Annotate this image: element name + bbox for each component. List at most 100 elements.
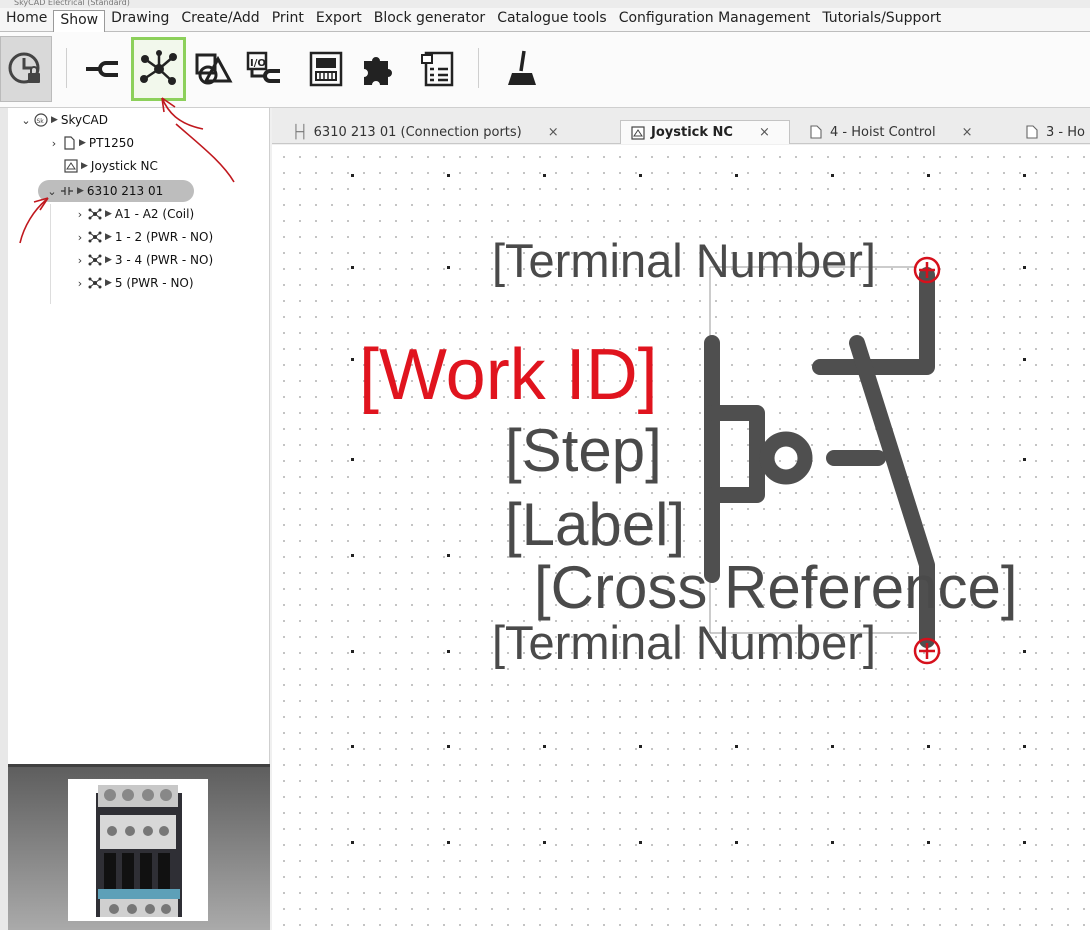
- io-icon: I/O: [246, 51, 280, 83]
- chevron-right-icon[interactable]: ›: [74, 208, 86, 221]
- tree-item-label: 3 - 4 (PWR - NO): [114, 253, 214, 267]
- tree-item-a1-a2-coil[interactable]: › ▶ A1 - A2 (Coil): [74, 204, 194, 224]
- contact-symbol-icon: ├┤: [292, 124, 308, 140]
- connector-button[interactable]: [76, 38, 128, 100]
- menu-home[interactable]: Home: [0, 9, 53, 31]
- chevron-right-icon[interactable]: ›: [74, 231, 86, 244]
- window-title: SkyCAD Electrical (Standard): [0, 0, 1090, 8]
- tree-item-label: Joystick NC: [90, 159, 158, 173]
- component-preview-panel: [8, 764, 270, 930]
- triangle-right-icon: ▶: [51, 115, 58, 125]
- tree-item-label: 6310 213 01: [86, 184, 164, 198]
- broom-button[interactable]: [496, 38, 548, 100]
- io-button[interactable]: I/O: [238, 38, 290, 100]
- broom-icon: [508, 50, 536, 85]
- menu-tutorials-support[interactable]: Tutorials/Support: [816, 9, 947, 31]
- clock-lock-icon: [8, 52, 40, 84]
- network-nodes-icon: [88, 231, 102, 243]
- close-icon[interactable]: ×: [759, 125, 770, 140]
- puzzle-button[interactable]: [352, 38, 404, 100]
- document-icon: [1026, 125, 1038, 139]
- tree-item-label: 5 (PWR - NO): [114, 276, 194, 290]
- tree-item-label: PT1250: [88, 136, 135, 150]
- project-tree: ⌄ Sk ▶ SkyCAD › ▶ PT1250 ▶ Joystick NC ⌄…: [8, 108, 270, 764]
- triangle-right-icon: ▶: [81, 161, 88, 171]
- contact-symbol-icon: [61, 187, 73, 195]
- menu-bar: Home Show Drawing Create/Add Print Expor…: [0, 8, 1090, 32]
- tree-item-5-pwr-no[interactable]: › ▶ 5 (PWR - NO): [74, 273, 194, 293]
- network-nodes-icon: [88, 254, 102, 266]
- close-icon[interactable]: ×: [548, 125, 559, 140]
- menu-create-add[interactable]: Create/Add: [175, 9, 265, 31]
- tab-label: 3 - Ho: [1046, 124, 1085, 140]
- menu-drawing[interactable]: Drawing: [105, 9, 175, 31]
- terminal-block-button[interactable]: [300, 38, 352, 100]
- chevron-right-icon[interactable]: ›: [48, 137, 60, 150]
- document-icon: [64, 136, 75, 150]
- tree-root[interactable]: ⌄ Sk ▶ SkyCAD: [20, 110, 108, 130]
- shapes-button[interactable]: [188, 38, 240, 100]
- close-icon[interactable]: ×: [962, 125, 973, 140]
- ribbon-separator: [478, 48, 479, 88]
- tab-joystick-nc[interactable]: Joystick NC ×: [620, 120, 790, 144]
- left-dock-strip[interactable]: [0, 108, 8, 930]
- menu-show[interactable]: Show: [53, 10, 106, 32]
- tab-label: Joystick NC: [651, 125, 733, 140]
- symbol-label-terminal-number-top[interactable]: [Terminal Number]: [492, 237, 876, 284]
- tab-4-hoist-control[interactable]: 4 - Hoist Control ×: [800, 120, 1000, 144]
- symbol-label-label[interactable]: [Label]: [505, 495, 685, 555]
- symbol-label-terminal-number-bottom[interactable]: [Terminal Number]: [492, 619, 876, 666]
- menu-catalogue-tools[interactable]: Catalogue tools: [491, 9, 613, 31]
- tree-item-3-4-pwr-no[interactable]: › ▶ 3 - 4 (PWR - NO): [74, 250, 213, 270]
- triangle-right-icon: ▶: [105, 255, 112, 265]
- network-nodes-button[interactable]: [131, 37, 186, 101]
- triangle-right-icon: ▶: [105, 232, 112, 242]
- network-nodes-icon: [88, 208, 102, 220]
- chevron-down-icon[interactable]: ⌄: [46, 185, 58, 198]
- menu-export[interactable]: Export: [310, 9, 368, 31]
- tree-item-1-2-pwr-no[interactable]: › ▶ 1 - 2 (PWR - NO): [74, 227, 213, 247]
- tree-item-pt1250[interactable]: › ▶ PT1250: [48, 133, 134, 153]
- connector-icon: [86, 61, 118, 77]
- triangle-right-icon: ▶: [105, 209, 112, 219]
- tree-guide-line: [50, 204, 51, 304]
- network-nodes-icon: [88, 277, 102, 289]
- network-nodes-icon: [139, 50, 177, 85]
- chevron-down-icon[interactable]: ⌄: [20, 114, 32, 127]
- tab-connection-ports[interactable]: ├┤ 6310 213 01 (Connection ports) ×: [282, 120, 604, 144]
- terminal-block-icon: [309, 51, 343, 87]
- clock-lock-button[interactable]: [0, 36, 52, 102]
- menu-configuration-management[interactable]: Configuration Management: [613, 9, 817, 31]
- tree-root-label: SkyCAD: [60, 113, 108, 127]
- symbol-label-cross-reference[interactable]: [Cross Reference]: [534, 558, 1018, 618]
- puzzle-icon: [364, 57, 392, 85]
- chevron-right-icon[interactable]: ›: [74, 277, 86, 290]
- tree-item-6310-213-01[interactable]: ⌄ ▶ 6310 213 01: [38, 180, 194, 202]
- document-icon: [810, 125, 822, 139]
- contactor-image: [68, 779, 208, 921]
- menu-block-generator[interactable]: Block generator: [368, 9, 491, 31]
- triangle-right-icon: ▶: [79, 138, 86, 148]
- ribbon-separator: [66, 48, 67, 88]
- menu-print[interactable]: Print: [266, 9, 310, 31]
- shapes-icon: [195, 53, 233, 85]
- symbol-label-work-id[interactable]: [Work ID]: [359, 339, 658, 411]
- tree-item-label: A1 - A2 (Coil): [114, 207, 195, 221]
- ribbon-toolbar: I/O: [0, 32, 1090, 108]
- drawing-canvas[interactable]: [Terminal Number] [Work ID] [Step] [Labe…: [272, 145, 1090, 930]
- tree-item-joystick-nc[interactable]: ▶ Joystick NC: [62, 156, 158, 176]
- list-icon: [421, 51, 454, 87]
- tab-3-hoist[interactable]: 3 - Ho: [1016, 120, 1090, 144]
- tree-item-label: 1 - 2 (PWR - NO): [114, 230, 214, 244]
- drawing-sheet-icon: [64, 159, 78, 173]
- skycad-logo-icon: Sk: [34, 113, 48, 127]
- tab-label: 6310 213 01 (Connection ports): [313, 124, 522, 140]
- drawing-sheet-icon: [631, 125, 645, 140]
- list-button[interactable]: [412, 38, 464, 100]
- triangle-right-icon: ▶: [77, 186, 84, 196]
- symbol-label-step[interactable]: [Step]: [505, 421, 662, 481]
- document-tabs: ├┤ 6310 213 01 (Connection ports) × Joys…: [272, 108, 1090, 144]
- svg-text:Sk: Sk: [37, 118, 45, 125]
- chevron-right-icon[interactable]: ›: [74, 254, 86, 267]
- tab-label: 4 - Hoist Control: [830, 124, 936, 140]
